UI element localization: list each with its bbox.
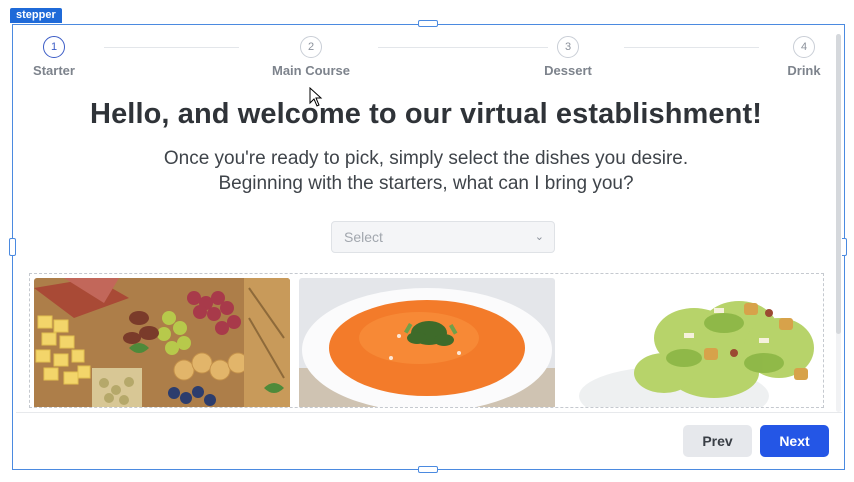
welcome-subtext: Once you're ready to pick, simply select…: [16, 146, 836, 196]
resize-handle-bottom[interactable]: [418, 466, 438, 473]
caesar-salad-image[interactable]: [564, 278, 820, 407]
component-tag: stepper: [10, 8, 62, 23]
screen: stepper 1 Starter 2 Main Course 3 Desser…: [0, 0, 854, 482]
charcuterie-board-image[interactable]: [34, 278, 290, 407]
scrollbar-thumb[interactable]: [836, 34, 841, 334]
step-dessert[interactable]: 3 Dessert: [541, 36, 595, 78]
step-number: 2: [300, 36, 322, 58]
step-label: Drink: [787, 63, 821, 78]
dish-gallery: [29, 273, 824, 408]
step-label: Main Course: [271, 63, 350, 78]
tomato-soup-image[interactable]: [299, 278, 555, 407]
step-connector: [378, 47, 548, 48]
mouse-cursor-icon: [309, 86, 323, 112]
step-number: 3: [557, 36, 579, 58]
step-drink[interactable]: 4 Drink: [784, 36, 824, 78]
select-placeholder: Select: [344, 229, 383, 245]
resize-handle-left[interactable]: [9, 238, 16, 256]
prev-button[interactable]: Prev: [683, 425, 752, 457]
step-connector: [104, 47, 239, 48]
resize-handle-top[interactable]: [418, 20, 438, 27]
step-number: 1: [43, 36, 65, 58]
welcome-heading: Hello, and welcome to our virtual establ…: [90, 98, 762, 130]
subtext-line: Beginning with the starters, what can I …: [218, 173, 634, 194]
next-button[interactable]: Next: [760, 425, 829, 457]
stepper-panel: 1 Starter 2 Main Course 3 Dessert 4 Drin…: [16, 28, 842, 466]
footer-divider: [16, 412, 842, 413]
step-label: Dessert: [544, 63, 592, 78]
subtext-line: Once you're ready to pick, simply select…: [163, 148, 689, 169]
dish-select[interactable]: Select ⌄: [331, 221, 555, 253]
step-main-course[interactable]: 2 Main Course: [266, 36, 356, 78]
step-starter[interactable]: 1 Starter: [33, 36, 75, 78]
step-connector: [624, 47, 759, 48]
chevron-down-icon: ⌄: [534, 231, 544, 243]
step-label: Starter: [33, 63, 75, 78]
step-number: 4: [793, 36, 815, 58]
